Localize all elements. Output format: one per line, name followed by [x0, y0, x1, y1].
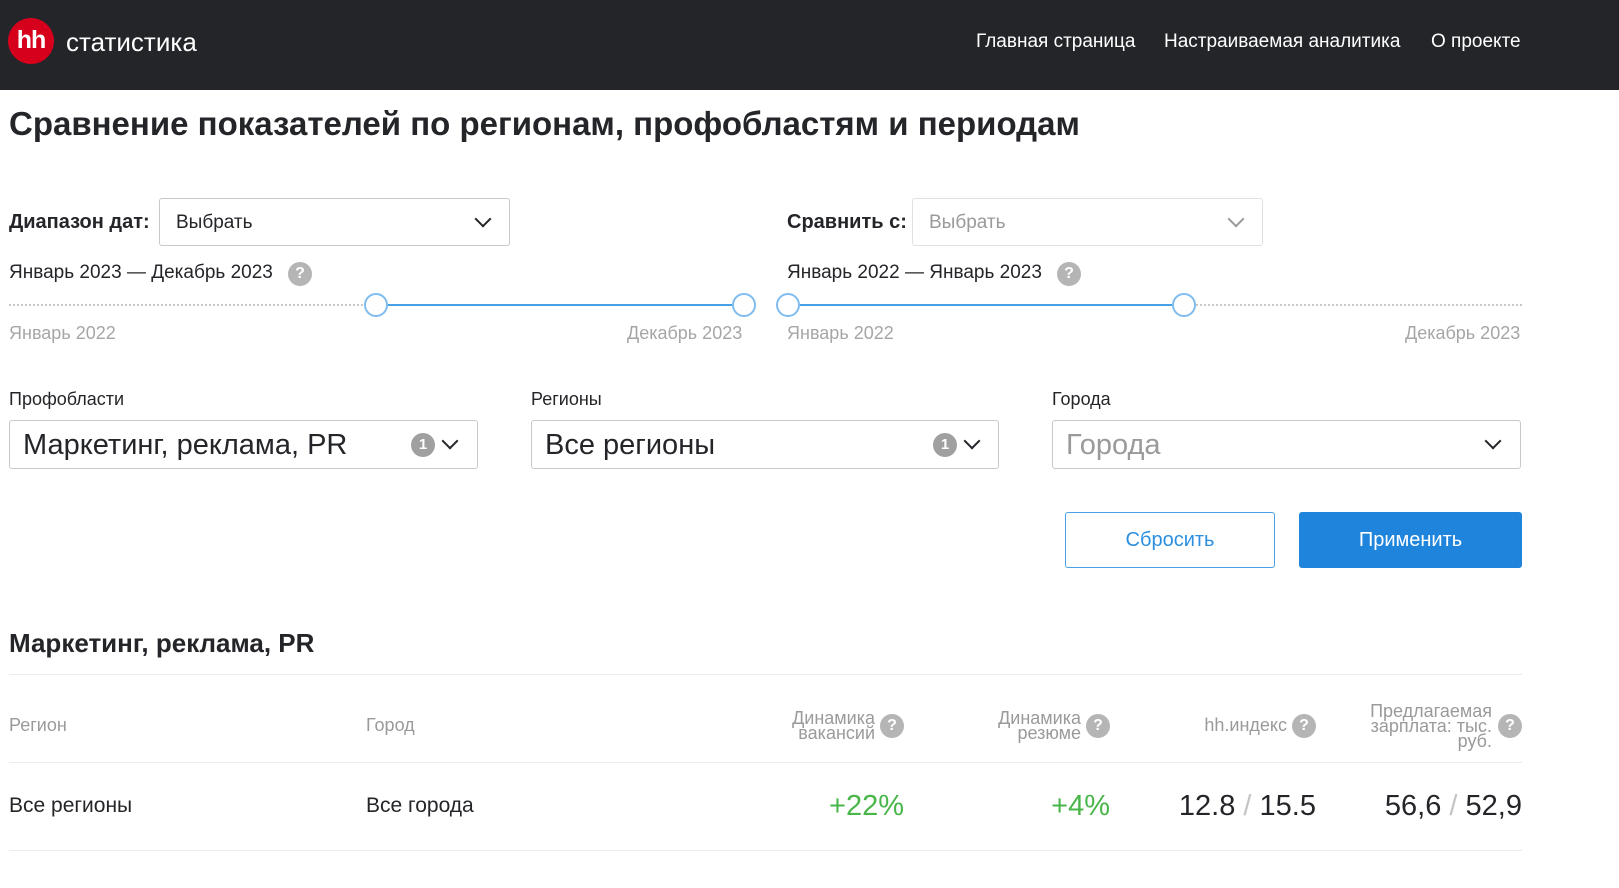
chevron-down-icon	[441, 432, 459, 450]
cell-salary: 56,6 / 52,9	[1350, 790, 1522, 822]
cell-region: Все регионы	[9, 794, 133, 817]
date-range-label: Диапазон дат:	[9, 211, 150, 233]
nav-link-custom-analytics[interactable]: Настраиваемая аналитика	[1164, 30, 1400, 54]
divider	[9, 674, 1522, 675]
help-icon[interactable]: ?	[1086, 714, 1110, 738]
chevron-down-icon	[1484, 432, 1502, 450]
help-icon[interactable]: ?	[1057, 262, 1081, 286]
hh-logo[interactable]: hh	[8, 18, 54, 64]
profareas-label: Профобласти	[9, 389, 125, 409]
help-icon[interactable]: ?	[288, 262, 312, 286]
slider-end-handle[interactable]	[732, 293, 756, 317]
help-icon[interactable]: ?	[880, 714, 904, 738]
date-range-text: Январь 2023 — Декабрь 2023	[9, 262, 273, 283]
logo-text[interactable]: статистика	[66, 26, 197, 58]
cities-select[interactable]: Города	[1052, 420, 1521, 469]
results-title: Маркетинг, реклама, PR	[9, 628, 315, 658]
help-icon[interactable]: ?	[1292, 714, 1316, 738]
slider-end-handle[interactable]	[1172, 293, 1196, 317]
cell-city: Все города	[366, 794, 474, 817]
selected-count-badge: 1	[411, 433, 435, 457]
compare-range-text: Январь 2022 — Январь 2023	[787, 262, 1042, 283]
cities-label: Города	[1052, 389, 1111, 409]
profareas-value: Маркетинг, реклама, PR	[23, 429, 348, 461]
salary-current: 56,6	[1384, 790, 1442, 822]
cell-hh-index: 12.8 / 15.5	[1150, 790, 1316, 822]
slider-max-label: Декабрь 2023	[627, 323, 743, 343]
column-header-vacancy-dynamics: Динамика вакансий	[792, 708, 875, 743]
profareas-select[interactable]: Маркетинг, реклама, PR 1	[9, 420, 478, 469]
compare-range-slider[interactable]	[776, 293, 1522, 317]
column-header-region: Регион	[9, 715, 67, 735]
chevron-down-icon	[1227, 210, 1245, 228]
value-separator: /	[1449, 790, 1458, 822]
compare-label: Сравнить с:	[787, 211, 907, 233]
slider-start-handle[interactable]	[776, 293, 800, 317]
chevron-down-icon	[963, 432, 981, 450]
column-header-hh-index: hh.индекс	[1204, 715, 1287, 735]
divider	[9, 762, 1522, 763]
column-header-resume-dynamics: Динамика резюме	[998, 708, 1081, 743]
date-range-select[interactable]: Выбрать	[159, 198, 510, 246]
regions-select[interactable]: Все регионы 1	[531, 420, 999, 469]
slider-selected-range	[787, 304, 1184, 306]
column-header-city: Город	[366, 715, 415, 735]
regions-label: Регионы	[531, 389, 602, 409]
hh-index-current: 12.8	[1178, 790, 1236, 822]
cell-resume-dynamics: +4%	[1051, 790, 1110, 822]
cell-vacancy-dynamics: +22%	[829, 790, 904, 822]
help-icon[interactable]: ?	[1498, 714, 1522, 738]
slider-min-label: Январь 2022	[9, 323, 116, 343]
nav-link-about[interactable]: О проекте	[1431, 30, 1521, 54]
divider	[9, 850, 1522, 851]
date-range-slider[interactable]	[9, 293, 756, 317]
chevron-down-icon	[474, 210, 492, 228]
compare-select-value: Выбрать	[929, 212, 1006, 233]
compare-select[interactable]: Выбрать	[912, 198, 1263, 246]
reset-button[interactable]: Сбросить	[1065, 512, 1275, 568]
column-header-salary: Предлагаемая зарплата: тыс. руб.	[1370, 701, 1492, 751]
slider-min-label: Январь 2022	[787, 323, 894, 343]
apply-button[interactable]: Применить	[1299, 512, 1522, 568]
page-title: Сравнение показателей по регионам, профо…	[9, 105, 1080, 142]
regions-value: Все регионы	[545, 429, 716, 461]
top-navigation-bar: hh статистика Главная страница Настраива…	[0, 0, 1619, 90]
date-range-select-value: Выбрать	[176, 212, 253, 233]
slider-start-handle[interactable]	[364, 293, 388, 317]
value-separator: /	[1243, 790, 1252, 822]
salary-compare: 52,9	[1465, 790, 1522, 822]
hh-index-compare: 15.5	[1259, 790, 1316, 822]
slider-selected-range	[376, 304, 743, 306]
selected-count-badge: 1	[933, 433, 957, 457]
slider-max-label: Декабрь 2023	[1405, 323, 1521, 343]
nav-link-home[interactable]: Главная страница	[976, 30, 1136, 54]
cities-placeholder: Города	[1066, 429, 1161, 461]
